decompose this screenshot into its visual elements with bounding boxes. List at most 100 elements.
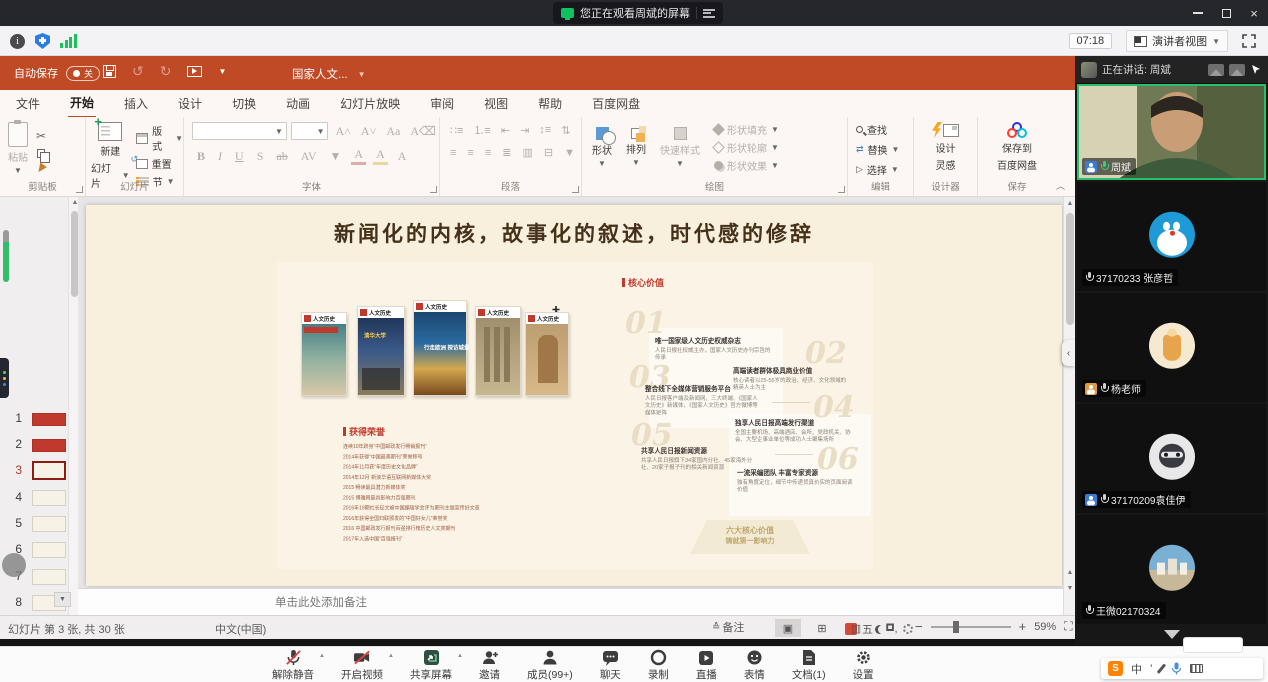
notes-pane[interactable]: 单击此处添加备注 bbox=[78, 588, 1075, 615]
tab-baidu-netdisk[interactable]: 百度网盘 bbox=[590, 90, 642, 117]
quick-access-caret[interactable]: ▼ bbox=[218, 67, 226, 76]
decrease-indent-icon[interactable]: ⇤ bbox=[499, 124, 512, 137]
close-button[interactable]: × bbox=[1240, 0, 1268, 26]
find-button[interactable]: 查找 bbox=[856, 122, 913, 137]
format-painter-icon[interactable] bbox=[35, 162, 47, 174]
slide-thumb-2[interactable] bbox=[32, 439, 66, 452]
quick-styles-button[interactable]: 快速样式▼ bbox=[660, 127, 700, 168]
font-dialog-launcher[interactable] bbox=[430, 186, 437, 193]
sidebar-collapse-handle[interactable]: ‹ bbox=[1062, 340, 1075, 366]
shapes-button[interactable]: 形状▼ bbox=[592, 127, 612, 168]
tab-transitions[interactable]: 切换 bbox=[230, 90, 258, 117]
shrink-font-icon[interactable]: A˅ bbox=[358, 124, 379, 139]
slide-canvas[interactable]: 新闻化的内核，故事化的叙述，时代感的修辞 核心价值 人文历史 人文历史 清华大学… bbox=[86, 205, 1062, 586]
columns-icon[interactable]: ▥ bbox=[520, 146, 534, 159]
mic-options-caret[interactable]: ▲ bbox=[319, 653, 325, 659]
reset-button[interactable]: 重置 bbox=[136, 156, 183, 171]
autosave-toggle[interactable]: 关 bbox=[66, 66, 100, 81]
collapse-ribbon-icon[interactable]: ︿ bbox=[1056, 179, 1065, 192]
save-to-baidu-button[interactable]: 保存到 百度网盘 bbox=[978, 122, 1056, 172]
undo-icon[interactable]: ↺ bbox=[132, 63, 144, 80]
shadow-button[interactable]: S bbox=[254, 149, 267, 164]
view-mode-select[interactable]: 演讲者视图 ▼ bbox=[1126, 30, 1228, 52]
main-scroll-thumb[interactable] bbox=[1066, 213, 1074, 325]
participant-tile-yanglaoshi[interactable]: 杨老师 bbox=[1077, 293, 1266, 402]
banner-menu-icon[interactable] bbox=[703, 9, 715, 18]
shape-effects-button[interactable]: 形状效果▼ bbox=[714, 158, 779, 173]
grow-font-icon[interactable]: A˄ bbox=[332, 124, 353, 139]
share-options-caret[interactable]: ▲ bbox=[457, 653, 463, 659]
tab-view[interactable]: 视图 bbox=[482, 90, 510, 117]
tab-animations[interactable]: 动画 bbox=[284, 90, 312, 117]
sogou-logo-icon[interactable]: S bbox=[1108, 661, 1123, 676]
tab-slideshow[interactable]: 幻灯片放映 bbox=[338, 90, 402, 117]
minimize-button[interactable] bbox=[1184, 0, 1212, 26]
scroll-up-icon[interactable]: ▲ bbox=[69, 199, 81, 206]
emoji-button[interactable]: 表情 bbox=[744, 649, 765, 682]
tab-file[interactable]: 文件 bbox=[14, 90, 42, 117]
record-button[interactable]: 录制 bbox=[648, 649, 669, 682]
copy-icon[interactable] bbox=[37, 149, 45, 158]
tab-help[interactable]: 帮助 bbox=[536, 90, 564, 117]
symbol-font-button[interactable]: A bbox=[395, 149, 410, 164]
document-title[interactable]: 国家人文... bbox=[292, 66, 348, 82]
highlight-button[interactable]: A bbox=[373, 147, 388, 165]
restore-button[interactable] bbox=[1212, 0, 1240, 26]
video-options-caret[interactable]: ▲ bbox=[388, 653, 394, 659]
zoom-slider-handle[interactable] bbox=[953, 621, 959, 633]
justify-icon[interactable]: ≣ bbox=[500, 146, 513, 159]
line-spacing-icon[interactable]: ↕≡ bbox=[537, 124, 553, 136]
ime-handwriting-icon[interactable] bbox=[1157, 663, 1166, 673]
participant-tile-zhangyanzhe[interactable]: 37170233 张彦哲 bbox=[1077, 182, 1266, 291]
increase-indent-icon[interactable]: ⇥ bbox=[518, 124, 531, 137]
char-spacing-button[interactable]: AV bbox=[298, 149, 320, 164]
ime-voice-icon[interactable] bbox=[1171, 662, 1182, 675]
doc-title-caret[interactable]: ▼ bbox=[358, 70, 366, 79]
members-button[interactable]: 成员(99+) bbox=[527, 649, 573, 682]
thumb-scroll-down-button[interactable]: ▼ bbox=[54, 592, 71, 607]
ime-language-icon[interactable]: 中 bbox=[1131, 661, 1142, 677]
font-size-select[interactable]: ▼ bbox=[291, 122, 329, 140]
unmute-button[interactable]: 解除静音▲ bbox=[272, 649, 314, 682]
fit-slide-button[interactable]: ⛶ bbox=[1064, 619, 1072, 634]
start-slideshow-icon[interactable] bbox=[187, 66, 202, 77]
sogou-ime-bar[interactable]: S 中 ’ bbox=[1101, 658, 1263, 679]
reading-view-button[interactable]: ▥ bbox=[843, 619, 869, 637]
italic-button[interactable]: I bbox=[215, 149, 225, 164]
network-signal-icon[interactable] bbox=[60, 34, 77, 48]
zoom-percent[interactable]: 59% bbox=[1034, 621, 1056, 633]
font-name-select[interactable]: ▼ bbox=[192, 122, 287, 140]
settings-button[interactable]: 设置 bbox=[853, 649, 874, 682]
numbering-icon[interactable]: ⒈≡ bbox=[471, 122, 492, 138]
participant-tile-wangwei[interactable]: 王微02170324 bbox=[1077, 515, 1266, 624]
security-shield-icon[interactable] bbox=[35, 33, 50, 49]
slide-sorter-button[interactable]: ⊞ bbox=[809, 619, 835, 637]
cut-icon[interactable]: ✂ bbox=[36, 129, 46, 143]
info-icon[interactable]: i bbox=[10, 34, 25, 49]
underline-button[interactable]: U bbox=[232, 149, 247, 164]
thumbnail-scroll-thumb[interactable] bbox=[71, 211, 78, 297]
language-indicator[interactable]: 中文(中国) bbox=[215, 621, 266, 637]
docs-button[interactable]: 文档(1) bbox=[792, 649, 826, 682]
strikethrough-button[interactable]: ab bbox=[273, 149, 290, 164]
slide-counter[interactable]: 幻灯片 第 3 张, 共 30 张 bbox=[8, 621, 125, 637]
align-right-icon[interactable]: ≡ bbox=[483, 147, 493, 159]
ime-keyboard-icon[interactable] bbox=[1190, 664, 1203, 673]
ime-settings-icon[interactable] bbox=[903, 624, 913, 634]
zoom-slider[interactable] bbox=[931, 626, 1011, 628]
redo-icon[interactable]: ↻ bbox=[160, 63, 172, 80]
tab-home[interactable]: 开始 bbox=[68, 89, 96, 119]
share-screen-button[interactable]: 共享屏幕▲ bbox=[410, 649, 452, 682]
change-case-icon[interactable]: Aa bbox=[383, 124, 403, 139]
shape-fill-button[interactable]: 形状填充▼ bbox=[714, 122, 779, 137]
slideshow-view-button[interactable]: 🞓 bbox=[877, 619, 903, 637]
clipboard-dialog-launcher[interactable] bbox=[76, 186, 83, 193]
layout-thumb-icon[interactable] bbox=[1208, 64, 1224, 76]
smartart-icon[interactable]: ⊟ bbox=[542, 146, 555, 159]
slide-thumb-3-selected[interactable] bbox=[32, 461, 66, 480]
tab-design[interactable]: 设计 bbox=[176, 90, 204, 117]
notes-toggle[interactable]: ≙ 备注 bbox=[712, 619, 744, 635]
thumbnail-scrollbar[interactable]: ▲ bbox=[68, 197, 78, 615]
slide-thumb-1[interactable] bbox=[32, 413, 66, 426]
slide-thumb-6[interactable] bbox=[32, 542, 66, 558]
